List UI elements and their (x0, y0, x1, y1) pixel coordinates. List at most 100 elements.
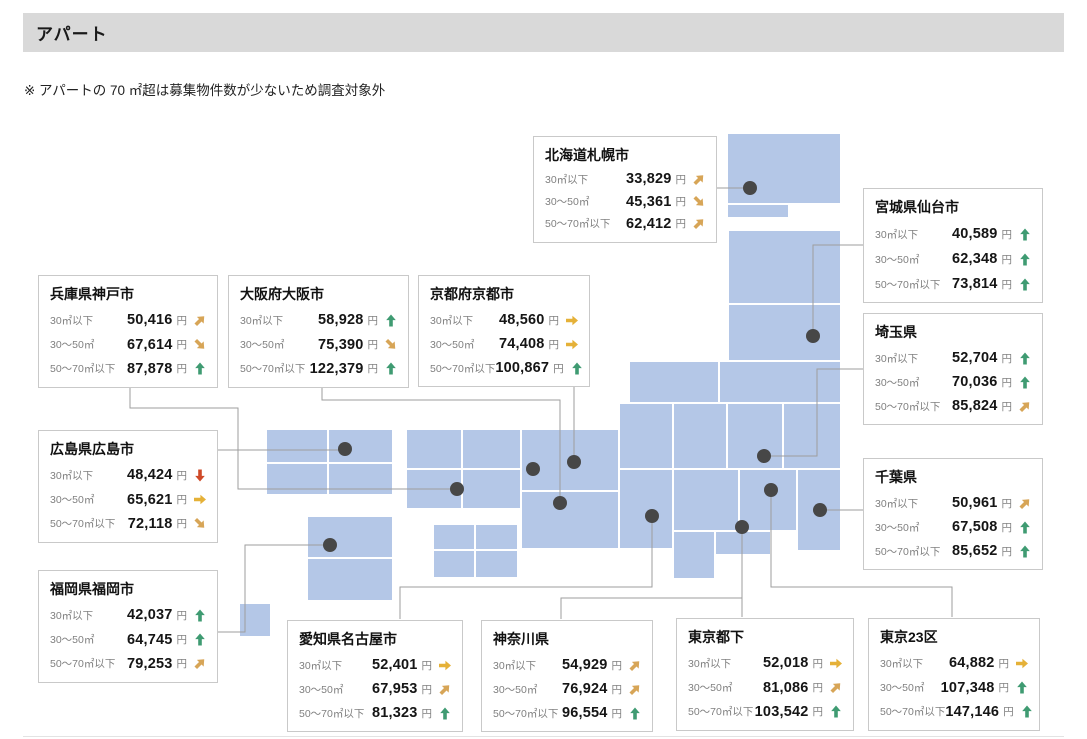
yen-unit-label: 円 (368, 361, 379, 376)
region-name: 広島県広島市 (50, 439, 207, 459)
region-name: 千葉県 (875, 467, 1032, 487)
size-range-label: 30㎡以下 (430, 313, 473, 328)
size-range-label: 30〜50㎡ (880, 680, 924, 695)
yen-unit-label: 円 (368, 313, 379, 328)
size-range-label: 30㎡以下 (50, 468, 93, 483)
size-range-label: 50〜70㎡以下 (880, 704, 945, 719)
yen-unit-label: 円 (177, 608, 188, 623)
price-row: 50〜70㎡以下62,412円 (545, 216, 706, 232)
trend-up-right-arrow-icon (438, 683, 452, 696)
trend-up-arrow-icon (1018, 545, 1032, 558)
price-row: 50〜70㎡以下87,878円 (50, 361, 207, 377)
price-value: 81,323 (372, 705, 418, 721)
size-range-label: 50〜70㎡以下 (545, 216, 610, 231)
size-range-label: 30㎡以下 (875, 496, 918, 511)
price-row: 30㎡以下48,560円 (430, 312, 579, 328)
yen-unit-label: 円 (1002, 277, 1013, 292)
price-value: 40,589 (952, 226, 998, 242)
size-range-label: 50〜70㎡以下 (50, 516, 115, 531)
size-range-label: 30〜50㎡ (240, 337, 284, 352)
trend-up-arrow-icon (570, 362, 584, 375)
region-card-hiroshima: 広島県広島市30㎡以下48,424円30〜50㎡65,621円50〜70㎡以下7… (38, 430, 218, 543)
trend-up-arrow-icon (1018, 352, 1032, 365)
yen-unit-label: 円 (177, 361, 188, 376)
region-card-kobe: 兵庫県神戸市30㎡以下50,416円30〜50㎡67,614円50〜70㎡以下8… (38, 275, 218, 388)
price-value: 85,652 (952, 543, 998, 559)
trend-up-arrow-icon (1018, 521, 1032, 534)
price-row: 30㎡以下54,929円 (493, 657, 642, 673)
price-value: 87,878 (127, 361, 173, 377)
trend-up-arrow-icon (1018, 253, 1032, 266)
price-value: 100,867 (495, 360, 549, 376)
region-name: 兵庫県神戸市 (50, 284, 207, 304)
yen-unit-label: 円 (1002, 544, 1013, 559)
price-row: 50〜70㎡以下103,542円 (688, 704, 843, 720)
price-row: 30〜50㎡74,408円 (430, 336, 579, 352)
price-value: 52,704 (952, 350, 998, 366)
region-card-nagoya: 愛知県名古屋市30㎡以下52,401円30〜50㎡67,953円50〜70㎡以下… (287, 620, 463, 732)
region-name: 神奈川県 (493, 629, 642, 649)
yen-unit-label: 円 (676, 216, 687, 231)
region-name: 東京23区 (880, 627, 1029, 647)
yen-unit-label: 円 (1002, 227, 1013, 242)
trend-up-right-arrow-icon (628, 683, 642, 696)
yen-unit-label: 円 (612, 658, 623, 673)
yen-unit-label: 円 (177, 337, 188, 352)
size-range-label: 30〜50㎡ (875, 520, 919, 535)
price-row: 50〜70㎡以下85,824円 (875, 398, 1032, 414)
price-value: 42,037 (127, 607, 173, 623)
price-row: 30〜50㎡81,086円 (688, 680, 843, 696)
price-row: 30㎡以下40,589円 (875, 226, 1032, 242)
size-range-label: 30㎡以下 (240, 313, 283, 328)
region-card-sapporo: 北海道札幌市30㎡以下33,829円30〜50㎡45,361円50〜70㎡以下6… (533, 136, 717, 243)
yen-unit-label: 円 (553, 361, 564, 376)
price-value: 122,379 (310, 361, 364, 377)
yen-unit-label: 円 (177, 656, 188, 671)
region-card-tokyo23: 東京23区30㎡以下64,882円30〜50㎡107,348円50〜70㎡以下1… (868, 618, 1040, 731)
trend-up-right-arrow-icon (193, 657, 207, 670)
yen-unit-label: 円 (177, 468, 188, 483)
price-row: 30㎡以下 42,037 円 (50, 607, 207, 623)
price-row: 30〜50㎡70,036円 (875, 374, 1032, 390)
trend-up-arrow-icon (1018, 376, 1032, 389)
price-value: 48,424 (127, 467, 173, 483)
trend-up-arrow-icon (384, 362, 398, 375)
price-row: 50〜70㎡以下 72,118 円 (50, 516, 207, 532)
price-value: 147,146 (945, 704, 999, 720)
size-range-label: 50〜70㎡以下 (299, 706, 364, 721)
price-value: 64,882 (949, 655, 995, 671)
yen-unit-label: 円 (422, 706, 433, 721)
trend-up-arrow-icon (628, 707, 642, 720)
price-row: 30㎡以下50,961円 (875, 495, 1032, 511)
yen-unit-label: 円 (549, 313, 560, 328)
trend-up-arrow-icon (438, 707, 452, 720)
price-value: 54,929 (562, 657, 608, 673)
size-range-label: 30〜50㎡ (430, 337, 474, 352)
yen-unit-label: 円 (177, 492, 188, 507)
size-range-label: 50〜70㎡以下 (875, 399, 940, 414)
yen-unit-label: 円 (177, 516, 188, 531)
yen-unit-label: 円 (422, 658, 433, 673)
yen-unit-label: 円 (368, 337, 379, 352)
price-row: 30㎡以下52,018円 (688, 655, 843, 671)
price-value: 67,508 (952, 519, 998, 535)
price-row: 30〜50㎡67,614円 (50, 337, 207, 353)
region-name: 北海道札幌市 (545, 145, 706, 165)
price-row: 50〜70㎡以下73,814円 (875, 276, 1032, 292)
price-row: 50〜70㎡以下85,652円 (875, 543, 1032, 559)
yen-unit-label: 円 (612, 706, 623, 721)
region-card-kyoto: 京都府京都市30㎡以下48,560円30〜50㎡74,408円50〜70㎡以下1… (418, 275, 590, 387)
trend-down-right-arrow-icon (384, 338, 398, 351)
yen-unit-label: 円 (999, 680, 1010, 695)
size-range-label: 30〜50㎡ (493, 682, 537, 697)
price-row: 30〜50㎡67,508円 (875, 519, 1032, 535)
price-value: 96,554 (562, 705, 608, 721)
trend-up-arrow-icon (384, 314, 398, 327)
size-range-label: 30㎡以下 (50, 608, 93, 623)
price-value: 45,361 (626, 194, 672, 210)
size-range-label: 30㎡以下 (299, 658, 342, 673)
price-value: 72,118 (128, 516, 173, 532)
price-row: 30〜50㎡67,953円 (299, 681, 452, 697)
price-value: 74,408 (499, 336, 545, 352)
region-name: 福岡県福岡市 (50, 579, 207, 599)
